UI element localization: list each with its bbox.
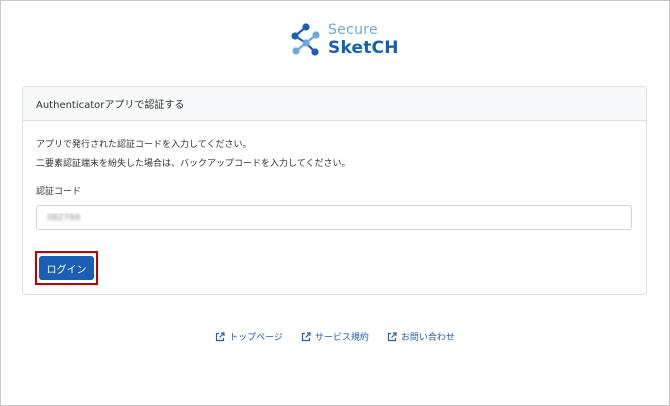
authenticator-card: Authenticatorアプリで認証する アプリで発行された認証コードを入力し…: [22, 86, 647, 295]
code-field-label: 認証コード: [36, 187, 82, 197]
logo-text: Secure SketCH: [328, 23, 399, 57]
footer-link-terms[interactable]: サービス規約: [301, 330, 369, 343]
external-link-icon: [215, 331, 225, 341]
external-link-icon: [387, 331, 397, 341]
card-header-title: Authenticatorアプリで認証する: [36, 100, 185, 111]
secure-sketch-logo: Secure SketCH: [286, 20, 399, 60]
footer-link-top-page[interactable]: トップページ: [215, 330, 283, 343]
card-header: Authenticatorアプリで認証する: [23, 87, 646, 121]
logo-line-sketch: SketCH: [328, 38, 399, 58]
login-button[interactable]: ログイン: [39, 256, 94, 280]
auth-code-input[interactable]: [36, 205, 632, 230]
footer-link-label: お問い合わせ: [400, 333, 455, 343]
external-link-icon: [301, 331, 311, 341]
footer-link-label: サービス規約: [314, 333, 369, 343]
login-button-highlight: ログイン: [35, 251, 98, 285]
footer-link-contact[interactable]: お問い合わせ: [387, 330, 455, 343]
footer-links: トップページ サービス規約 お問い合わせ: [0, 330, 670, 343]
footer-link-label: トップページ: [229, 333, 283, 343]
description-line-2: 二要素認証端末を紛失した場合は、バックアップコードを入力してください。: [36, 159, 351, 169]
logo-line-secure: Secure: [328, 22, 378, 38]
network-nodes-icon: [291, 23, 320, 56]
description-line-1: アプリで発行された認証コードを入力してください。: [36, 140, 252, 150]
